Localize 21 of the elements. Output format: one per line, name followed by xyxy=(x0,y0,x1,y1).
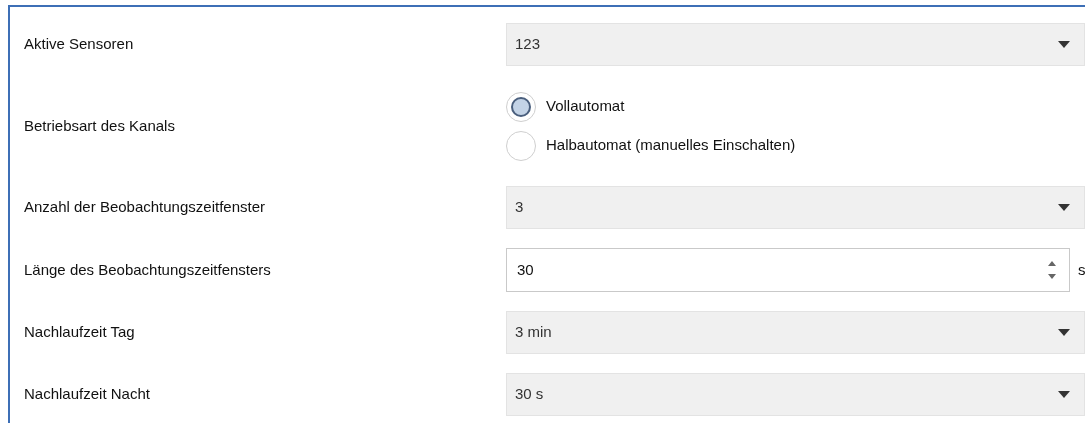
caret-icon xyxy=(1058,204,1070,211)
setting-label: Aktive Sensoren xyxy=(23,34,135,55)
spinner-arrows-icon[interactable] xyxy=(1047,259,1057,281)
unit-label: s xyxy=(1078,259,1085,280)
dropdown[interactable]: 3 xyxy=(506,186,1085,229)
radio-label: Vollautomat xyxy=(546,96,625,117)
number-field[interactable]: 30 xyxy=(506,248,1070,292)
caret-icon xyxy=(1058,41,1070,48)
caret-icon xyxy=(1058,391,1070,398)
dropdown[interactable]: 123 xyxy=(506,23,1085,66)
caret-icon xyxy=(1058,329,1070,336)
setting-label: Nachlaufzeit Tag xyxy=(23,322,136,343)
setting-label: Nachlaufzeit Nacht xyxy=(23,384,151,405)
dropdown[interactable]: 30 s xyxy=(506,373,1085,416)
setting-label: Anzahl der Beobachtungszeitfenster xyxy=(23,197,266,218)
setting-label: Betriebsart des Kanals xyxy=(23,115,176,136)
dropdown[interactable]: 3 min xyxy=(506,311,1085,354)
setting-label: Länge des Beobachtungszeitfensters xyxy=(23,259,272,280)
radio-button[interactable] xyxy=(506,130,536,161)
radio-button[interactable] xyxy=(506,91,536,122)
radio-label: Halbautomat (manuelles Einschalten) xyxy=(546,135,796,156)
